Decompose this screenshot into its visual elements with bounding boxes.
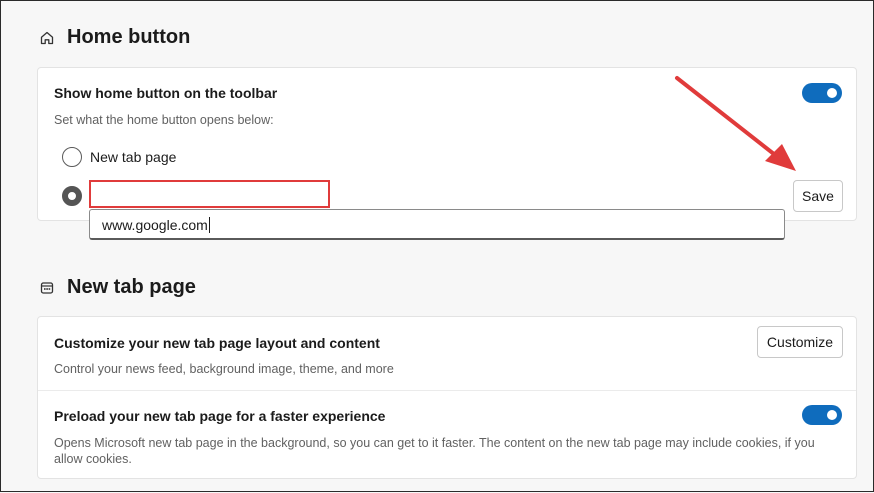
home-icon	[39, 30, 55, 46]
text-caret	[208, 217, 210, 233]
preload-new-tab-description: Opens Microsoft new tab page in the back…	[54, 436, 815, 466]
toggle-knob	[827, 88, 837, 98]
show-home-button-label: Show home button on the toolbar	[54, 85, 278, 101]
home-url-input[interactable]: www.google.com	[89, 209, 785, 240]
home-url-value: www.google.com	[102, 217, 210, 233]
new-tab-page-radio[interactable]	[62, 147, 82, 167]
show-home-button-toggle[interactable]	[802, 83, 842, 103]
new-tab-page-heading: New tab page	[39, 276, 196, 299]
row-divider	[38, 390, 856, 391]
customize-layout-label: Customize your new tab page layout and c…	[54, 335, 380, 351]
home-button-card: Show home button on the toolbar Set what…	[37, 67, 857, 240]
home-button-title: Home button	[67, 26, 191, 48]
preload-new-tab-label: Preload your new tab page for a faster e…	[54, 408, 386, 424]
preload-new-tab-toggle[interactable]	[802, 405, 842, 425]
home-button-description: Set what the home button opens below:	[54, 113, 274, 127]
customize-button[interactable]: Customize	[757, 326, 843, 358]
toggle-knob	[827, 410, 837, 420]
new-tab-page-title: New tab page	[67, 276, 196, 298]
new-tab-page-icon	[39, 280, 55, 296]
home-button-heading: Home button	[39, 26, 190, 49]
custom-url-radio[interactable]	[62, 186, 82, 206]
new-tab-page-card: Customize your new tab page layout and c…	[37, 316, 857, 479]
new-tab-page-radio-label[interactable]: New tab page	[90, 149, 176, 165]
save-button[interactable]: Save	[793, 180, 843, 212]
customize-layout-description: Control your news feed, background image…	[54, 362, 394, 376]
